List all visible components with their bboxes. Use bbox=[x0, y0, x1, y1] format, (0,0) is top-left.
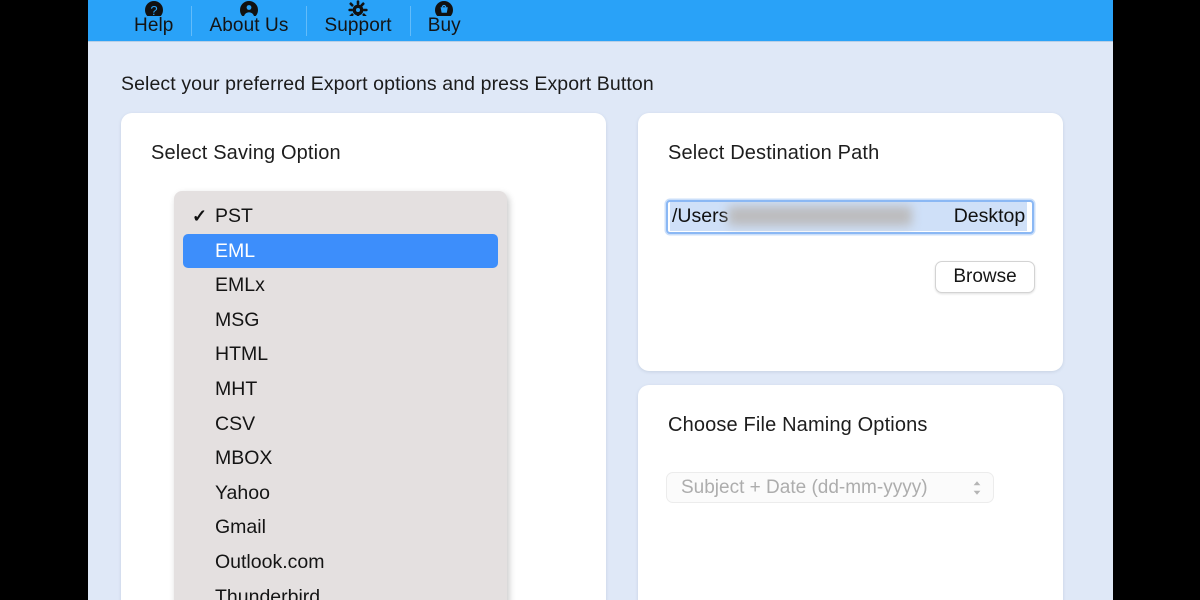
dropdown-option-label: Gmail bbox=[215, 516, 266, 538]
browse-button-label: Browse bbox=[953, 266, 1016, 288]
dropdown-option-msg[interactable]: MSG bbox=[174, 303, 507, 338]
dropdown-option-mbox[interactable]: MBOX bbox=[174, 441, 507, 476]
dropdown-option-pst[interactable]: ✓ PST bbox=[174, 199, 507, 234]
saving-option-panel: Select Saving Option ✓ PST EML EMLx MSG … bbox=[121, 113, 606, 600]
dropdown-option-emlx[interactable]: EMLx bbox=[174, 268, 507, 303]
top-toolbar: ? Help About Us Support Buy bbox=[88, 0, 1113, 42]
checkmark-icon: ✓ bbox=[192, 199, 207, 234]
destination-path-input[interactable]: /Users/xxxxxxxxxxxxxxxxxxxxxx/Desktop bbox=[666, 200, 1034, 234]
saving-option-dropdown-popup[interactable]: ✓ PST EML EMLx MSG HTML MHT CSV MBOX bbox=[174, 191, 507, 600]
dropdown-option-html[interactable]: HTML bbox=[174, 337, 507, 372]
toolbar-item-label: Buy bbox=[428, 14, 461, 38]
file-naming-selected-value: Subject + Date (dd-mm-yyyy) bbox=[681, 477, 971, 499]
dropdown-option-label: MBOX bbox=[215, 447, 272, 469]
dropdown-option-label: PST bbox=[215, 205, 253, 227]
toolbar-item-about-us[interactable]: About Us bbox=[191, 0, 306, 41]
dropdown-option-thunderbird[interactable]: Thunderbird bbox=[174, 580, 507, 600]
dropdown-option-label: HTML bbox=[215, 343, 268, 365]
dropdown-option-label: Outlook.com bbox=[215, 551, 324, 573]
redacted-path-blur bbox=[728, 206, 912, 226]
chevron-up-down-icon bbox=[971, 478, 983, 498]
dropdown-option-label: Yahoo bbox=[215, 482, 270, 504]
dropdown-option-mht[interactable]: MHT bbox=[174, 372, 507, 407]
toolbar-item-help[interactable]: ? Help bbox=[116, 0, 191, 41]
dropdown-option-eml[interactable]: EML bbox=[183, 234, 498, 269]
toolbar-item-label: Help bbox=[134, 14, 173, 38]
browse-button[interactable]: Browse bbox=[935, 261, 1035, 293]
destination-path-panel: Select Destination Path /Users/xxxxxxxxx… bbox=[638, 113, 1063, 371]
dropdown-option-label: MSG bbox=[215, 309, 259, 331]
toolbar-item-label: Support bbox=[324, 14, 391, 38]
toolbar-item-support[interactable]: Support bbox=[306, 0, 409, 41]
dropdown-option-yahoo[interactable]: Yahoo bbox=[174, 476, 507, 511]
app-window: ? Help About Us Support Buy bbox=[88, 0, 1113, 600]
dropdown-option-outlook-com[interactable]: Outlook.com bbox=[174, 545, 507, 580]
file-naming-panel: Choose File Naming Options Subject + Dat… bbox=[638, 385, 1063, 600]
panel-title-saving: Select Saving Option bbox=[151, 142, 341, 165]
dropdown-option-label: Thunderbird bbox=[215, 586, 320, 600]
toolbar-item-label: About Us bbox=[209, 14, 288, 38]
file-naming-select[interactable]: Subject + Date (dd-mm-yyyy) bbox=[666, 472, 994, 503]
dropdown-option-label: CSV bbox=[215, 413, 255, 435]
dropdown-option-csv[interactable]: CSV bbox=[174, 407, 507, 442]
panel-title-naming: Choose File Naming Options bbox=[668, 414, 928, 437]
dropdown-option-label: EML bbox=[215, 240, 255, 262]
dropdown-option-label: EMLx bbox=[215, 274, 265, 296]
toolbar-item-buy[interactable]: Buy bbox=[410, 0, 479, 41]
instruction-text: Select your preferred Export options and… bbox=[121, 73, 654, 96]
dropdown-option-label: MHT bbox=[215, 378, 257, 400]
dropdown-option-gmail[interactable]: Gmail bbox=[174, 510, 507, 545]
panel-title-destination: Select Destination Path bbox=[668, 142, 879, 165]
